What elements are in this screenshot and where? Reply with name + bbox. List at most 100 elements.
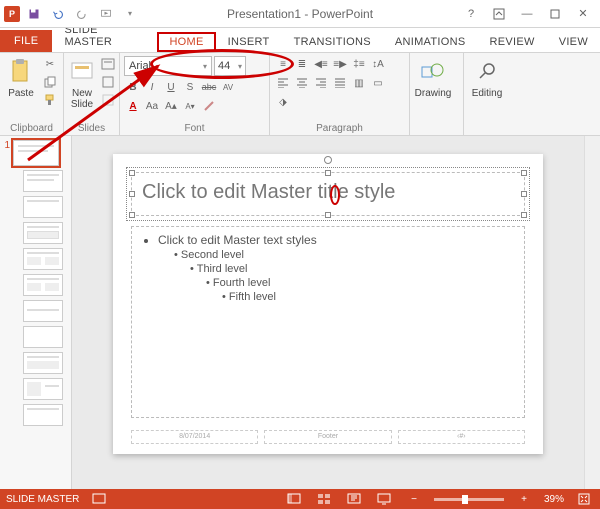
slideshow-view-icon[interactable] <box>374 491 394 507</box>
sorter-view-icon[interactable] <box>314 491 334 507</box>
numbering-icon[interactable]: ≣ <box>293 56 311 72</box>
master-thumb[interactable] <box>13 140 59 166</box>
layout-thumb[interactable] <box>23 352 63 374</box>
ribbon-options-icon[interactable] <box>486 4 512 24</box>
line-spacing-icon[interactable]: ‡≡ <box>350 56 368 72</box>
drawing-button[interactable]: Drawing <box>414 56 452 99</box>
layout-thumb[interactable] <box>23 248 63 270</box>
start-slideshow-icon[interactable] <box>96 4 116 24</box>
minimize-button[interactable]: — <box>514 4 540 24</box>
bullets-icon[interactable]: ≡ <box>274 56 292 72</box>
tab-insert[interactable]: INSERT <box>216 32 282 52</box>
cut-icon[interactable]: ✂ <box>41 56 59 72</box>
tab-home[interactable]: HOME <box>157 32 215 52</box>
resize-handle[interactable] <box>129 170 135 176</box>
resize-handle[interactable] <box>129 212 135 218</box>
group-paragraph: ≡ ≣ ◀≡ ≡▶ ‡≡ ↕A ▥ ▭ ⬗ Paragraph <box>270 53 410 135</box>
paste-button[interactable]: Paste <box>4 56 38 99</box>
resize-handle[interactable] <box>325 212 331 218</box>
align-right-icon[interactable] <box>312 75 330 91</box>
footer-placeholders: 8/07/2014 Footer ‹#› <box>131 430 525 444</box>
group-editing: Editing <box>464 53 516 135</box>
zoom-out-button[interactable]: − <box>404 491 424 507</box>
font-name-dropdown[interactable]: Arial▾ <box>124 56 212 76</box>
layout-thumb[interactable] <box>23 170 63 192</box>
maximize-button[interactable] <box>542 4 568 24</box>
chevron-down-icon: ▾ <box>203 62 207 71</box>
chevron-down-icon: ▾ <box>238 62 242 71</box>
close-button[interactable]: ✕ <box>570 4 596 24</box>
copy-icon[interactable] <box>41 74 59 90</box>
layout-thumb[interactable] <box>23 222 63 244</box>
font-size-dropdown[interactable]: 44▾ <box>214 56 246 76</box>
title-placeholder[interactable]: Click to edit Master title style <box>131 172 525 216</box>
format-painter-icon[interactable] <box>41 92 59 108</box>
indent-dec-icon[interactable]: ◀≡ <box>312 56 330 72</box>
tab-view[interactable]: VIEW <box>547 32 600 52</box>
align-center-icon[interactable] <box>293 75 311 91</box>
layout-thumb[interactable] <box>23 300 63 322</box>
resize-handle[interactable] <box>325 170 331 176</box>
underline-button[interactable]: U <box>162 79 180 95</box>
slide-canvas[interactable]: Click to edit Master title style Click t… <box>72 136 584 489</box>
italic-button[interactable]: I <box>143 79 161 95</box>
text-direction-icon[interactable]: ↕A <box>369 56 387 72</box>
layout-thumb[interactable] <box>23 274 63 296</box>
layout-thumb[interactable] <box>23 196 63 218</box>
tab-transitions[interactable]: TRANSITIONS <box>282 32 383 52</box>
char-spacing-button[interactable]: AV <box>219 79 237 95</box>
footer-placeholder[interactable]: Footer <box>264 430 391 444</box>
align-left-icon[interactable] <box>274 75 292 91</box>
find-icon <box>473 58 501 86</box>
zoom-slider-handle[interactable] <box>462 495 468 504</box>
smartart-convert-icon[interactable]: ⬗ <box>274 94 292 110</box>
save-icon[interactable] <box>24 4 44 24</box>
change-case-button[interactable]: Aa <box>143 98 161 114</box>
layout-icon[interactable] <box>99 56 117 72</box>
clear-formatting-icon[interactable] <box>200 98 218 114</box>
new-slide-button[interactable]: New Slide <box>68 56 96 110</box>
normal-view-icon[interactable] <box>284 491 304 507</box>
vertical-scrollbar[interactable] <box>584 136 600 489</box>
zoom-in-button[interactable]: + <box>514 491 534 507</box>
zoom-level[interactable]: 39% <box>544 494 564 505</box>
align-text-icon[interactable]: ▭ <box>369 75 387 91</box>
reading-view-icon[interactable] <box>344 491 364 507</box>
rotate-handle-icon[interactable] <box>324 156 332 164</box>
resize-handle[interactable] <box>129 191 135 197</box>
bold-button[interactable]: B <box>124 79 142 95</box>
redo-icon[interactable] <box>72 4 92 24</box>
tab-review[interactable]: REVIEW <box>477 32 546 52</box>
columns-icon[interactable]: ▥ <box>350 75 368 91</box>
section-icon[interactable] <box>99 92 117 108</box>
tab-file[interactable]: FILE <box>0 30 52 52</box>
layout-thumb[interactable] <box>23 326 63 348</box>
tab-animations[interactable]: ANIMATIONS <box>383 32 478 52</box>
zoom-slider[interactable] <box>434 498 504 501</box>
resize-handle[interactable] <box>521 170 527 176</box>
master-view-icon[interactable] <box>89 491 109 507</box>
undo-icon[interactable] <box>48 4 68 24</box>
indent-inc-icon[interactable]: ≡▶ <box>331 56 349 72</box>
shrink-font-icon[interactable]: A▾ <box>181 98 199 114</box>
strikethrough-button[interactable]: abc <box>200 79 218 95</box>
editing-button[interactable]: Editing <box>468 56 506 99</box>
shadow-button[interactable]: S <box>181 79 199 95</box>
help-icon[interactable]: ? <box>458 4 484 24</box>
group-slides: New Slide Slides <box>64 53 120 135</box>
justify-icon[interactable] <box>331 75 349 91</box>
body-placeholder[interactable]: Click to edit Master text styles Second … <box>131 226 525 418</box>
reset-icon[interactable] <box>99 74 117 90</box>
grow-font-icon[interactable]: A▴ <box>162 98 180 114</box>
resize-handle[interactable] <box>521 191 527 197</box>
qat-customize-icon[interactable]: ▾ <box>120 4 140 24</box>
layout-thumb[interactable] <box>23 378 63 400</box>
date-placeholder[interactable]: 8/07/2014 <box>131 430 258 444</box>
fit-to-window-icon[interactable] <box>574 491 594 507</box>
slidenum-placeholder[interactable]: ‹#› <box>398 430 525 444</box>
layout-thumb[interactable] <box>23 404 63 426</box>
font-color-button[interactable]: A <box>124 98 142 114</box>
paste-icon <box>7 58 35 86</box>
slide-thumbnail-panel: 1 <box>0 136 72 489</box>
resize-handle[interactable] <box>521 212 527 218</box>
